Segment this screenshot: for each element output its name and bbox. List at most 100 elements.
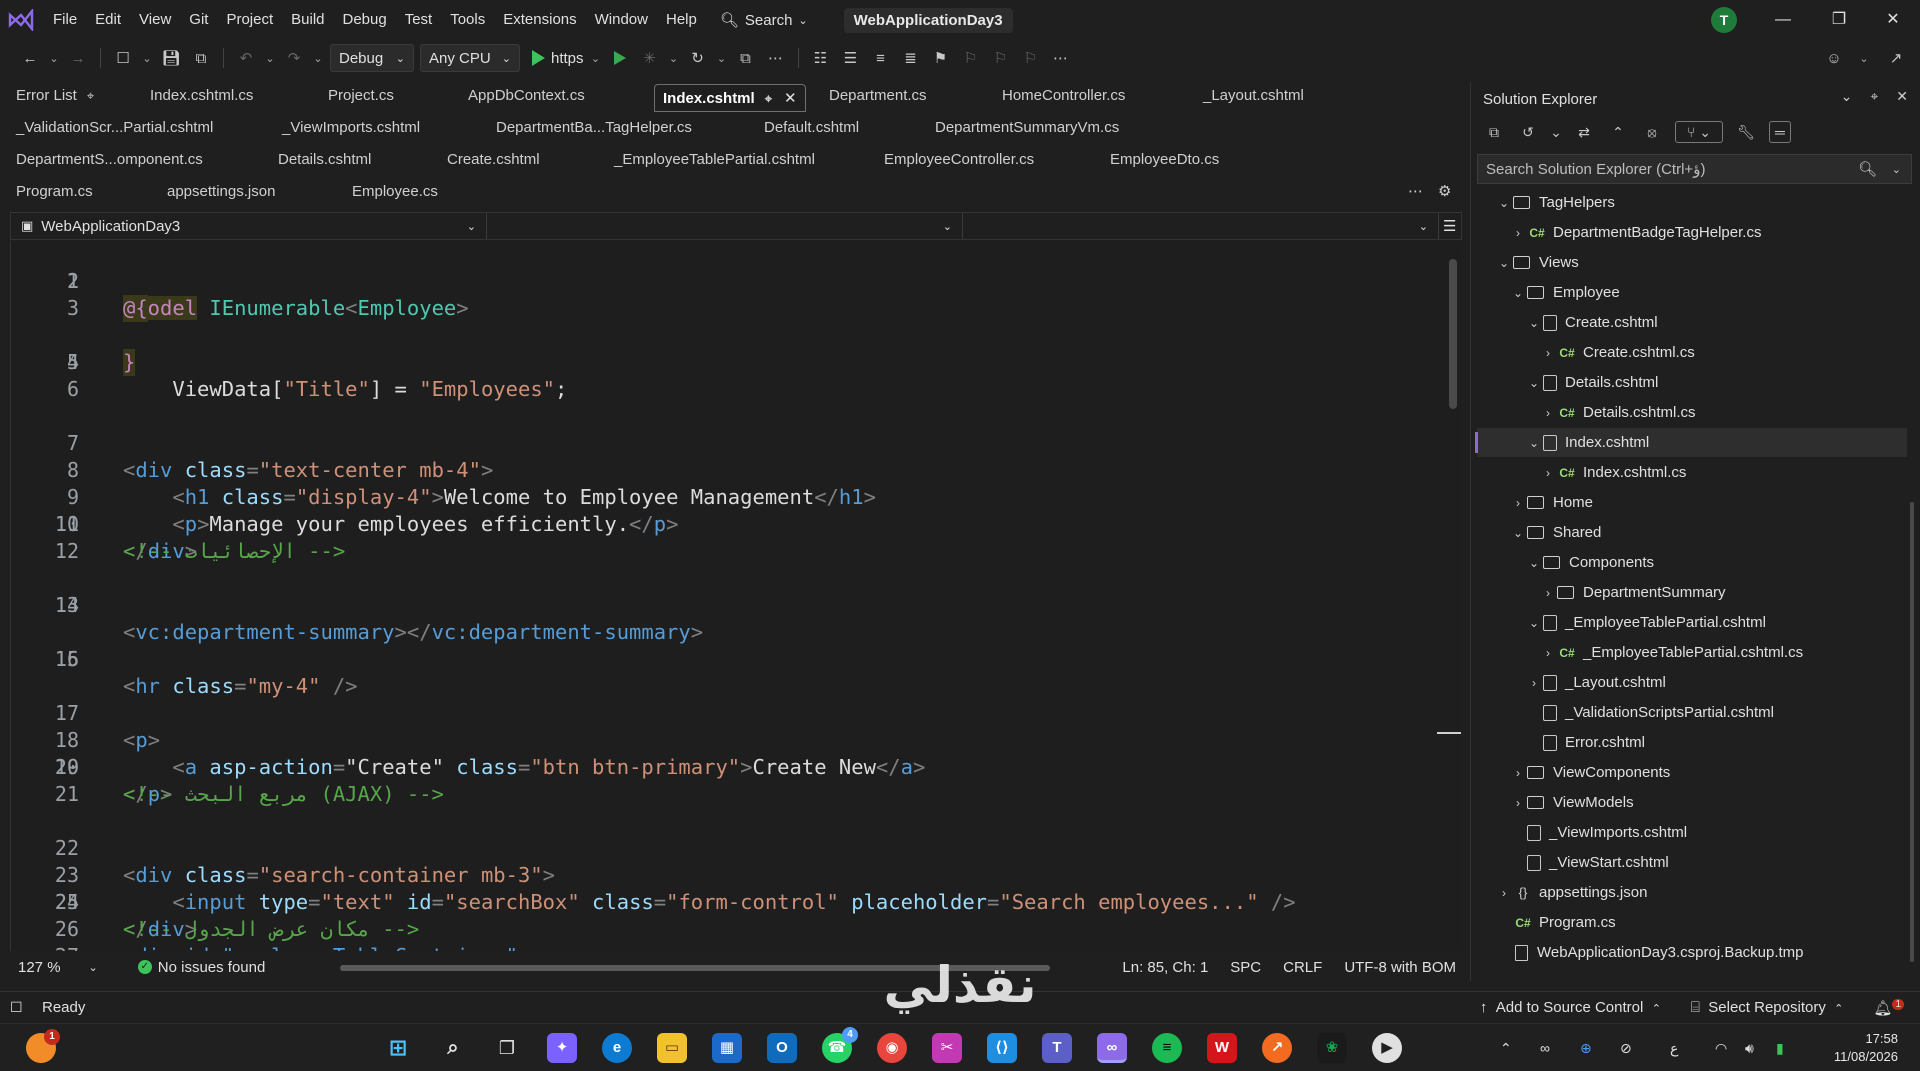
refresh-icon[interactable]: ↻ — [686, 46, 710, 70]
chrome-icon[interactable]: ◉ — [877, 1033, 907, 1063]
feedback-icon[interactable]: ↗ — [1884, 46, 1908, 70]
chevron-down-icon[interactable]: ⌄ — [1525, 436, 1543, 450]
tab-overflow-icon[interactable]: ⋯ — [1408, 178, 1423, 206]
line-ending[interactable]: CRLF — [1283, 959, 1322, 976]
tab-employee-cs[interactable]: Employee.cs — [352, 178, 438, 206]
chevron-right-icon[interactable]: › — [1539, 466, 1557, 480]
chevron-down-icon[interactable]: ⌄ — [1495, 256, 1513, 270]
pin-icon[interactable]: ⌖ — [1870, 88, 1878, 105]
copilot-app-icon[interactable]: ✦ — [547, 1033, 577, 1063]
tab-employeecontroller-cs[interactable]: EmployeeController.cs — [884, 146, 1034, 174]
editor-vertical-scrollbar[interactable] — [1448, 241, 1458, 951]
start-debugging-button[interactable]: https — [532, 50, 584, 67]
menu-help[interactable]: Help — [657, 0, 706, 40]
project-dropdown[interactable]: ▣ WebApplicationDay3 ⌄ — [11, 213, 487, 239]
notifications-icon[interactable]: 🔔︎ 1 — [1873, 998, 1904, 1017]
wifi-icon[interactable]: ◠ — [1715, 1040, 1727, 1057]
add-to-source-control-button[interactable]: ↑ Add to Source Control ⌃ — [1480, 999, 1661, 1016]
tree-item[interactable]: ⌄ Employee — [1477, 278, 1907, 307]
chevron-down-icon[interactable]: ⌄ — [668, 52, 680, 65]
close-icon[interactable]: ✕ — [784, 90, 797, 107]
chevron-right-icon[interactable]: › — [1539, 646, 1557, 660]
split-editor-icon[interactable]: ☰ — [1439, 213, 1461, 239]
tree-item[interactable]: _ValidationScriptsPartial.cshtml — [1477, 698, 1907, 727]
chevron-down-icon[interactable]: ⌄ — [141, 52, 153, 65]
chevron-right-icon[interactable]: › — [1509, 796, 1527, 810]
tab-default-cshtml[interactable]: Default.cshtml — [764, 114, 859, 142]
chevron-down-icon[interactable]: ⌄ — [1525, 616, 1543, 630]
tree-item[interactable]: _ViewImports.cshtml — [1477, 818, 1907, 847]
tree-item[interactable]: › C# _EmployeeTablePartial.cshtml.cs — [1477, 638, 1907, 667]
tree-item[interactable]: _ViewStart.cshtml — [1477, 848, 1907, 877]
accessibility-icon[interactable]: ⊘ — [1620, 1040, 1632, 1057]
configuration-select[interactable]: Debug ⌄ — [330, 44, 414, 72]
menu-edit[interactable]: Edit — [86, 0, 130, 40]
issues-indicator[interactable]: ✓ No issues found — [137, 959, 265, 976]
chevron-right-icon[interactable]: › — [1509, 496, 1527, 510]
volume-icon[interactable]: 🔊︎ — [1745, 1040, 1754, 1057]
output-icon[interactable]: ☐ — [10, 999, 23, 1016]
properties-icon[interactable]: 🔧︎ — [1735, 121, 1757, 143]
tab-project-cs[interactable]: Project.cs — [328, 82, 394, 110]
chevron-down-icon[interactable]: ⌄ — [1550, 121, 1562, 143]
tree-item-selected[interactable]: ⌄ Index.cshtml — [1475, 428, 1907, 457]
gear-icon[interactable]: ⚙ — [1438, 178, 1451, 206]
navigate-back-icon[interactable]: ← — [18, 46, 42, 70]
menu-tools[interactable]: Tools — [441, 0, 494, 40]
menu-window[interactable]: Window — [586, 0, 657, 40]
tab-viewimports-cshtml[interactable]: _ViewImports.cshtml — [282, 114, 420, 142]
chevron-down-icon[interactable]: ⌄ — [48, 52, 60, 65]
chevron-down-icon[interactable]: ⌄ — [1525, 556, 1543, 570]
snipping-tool-icon[interactable]: ✂ — [932, 1033, 962, 1063]
close-window-icon[interactable]: ✕ — [1866, 0, 1920, 40]
mongodb-icon[interactable]: ❀ — [1317, 1033, 1347, 1063]
edge-icon[interactable]: e — [602, 1033, 632, 1063]
tree-item[interactable]: Error.cshtml — [1477, 728, 1907, 757]
chevron-down-icon[interactable]: ⌄ — [1858, 52, 1870, 65]
clock[interactable]: 17:58 11/08/2026 — [1834, 1030, 1898, 1066]
menu-debug[interactable]: Debug — [334, 0, 396, 40]
close-icon[interactable]: ✕ — [1896, 88, 1908, 105]
tree-item[interactable]: ⌄ Shared — [1477, 518, 1907, 547]
chevron-right-icon[interactable]: › — [1525, 676, 1543, 690]
wps-office-icon[interactable]: W — [1207, 1033, 1237, 1063]
tree-item[interactable]: C# Program.cs — [1477, 908, 1907, 937]
scrollbar-thumb[interactable] — [1449, 259, 1457, 409]
sync-icon[interactable]: ⇄ — [1573, 121, 1595, 143]
chevron-right-icon[interactable]: › — [1509, 766, 1527, 780]
uncomment-icon[interactable]: ☰ — [839, 46, 863, 70]
tab-employeedto-cs[interactable]: EmployeeDto.cs — [1110, 146, 1219, 174]
chevron-down-icon[interactable]: ⌄ — [1509, 286, 1527, 300]
tab-validationscripts-partial[interactable]: _ValidationScr...Partial.cshtml — [16, 114, 213, 142]
chevron-right-icon[interactable]: › — [1539, 406, 1557, 420]
tab-index-cshtml-cs[interactable]: Index.cshtml.cs — [150, 82, 253, 110]
menu-project[interactable]: Project — [217, 0, 282, 40]
new-item-icon[interactable]: ☐ — [111, 46, 135, 70]
bookmark-icon[interactable]: ⚑ — [929, 46, 953, 70]
tree-item[interactable]: ⌄ Create.cshtml — [1477, 308, 1907, 337]
whatsapp-icon[interactable]: ☎ 4 — [822, 1027, 858, 1063]
tree-item[interactable]: › Home — [1477, 488, 1907, 517]
postman-icon[interactable]: ↗ — [1262, 1033, 1292, 1063]
undo-icon[interactable]: ↶ — [234, 46, 258, 70]
chevron-right-icon[interactable]: › — [1495, 886, 1513, 900]
tab-departmentsummaryvm-cs[interactable]: DepartmentSummaryVm.cs — [935, 114, 1119, 142]
menu-extensions[interactable]: Extensions — [494, 0, 585, 40]
solution-explorer-scrollbar[interactable] — [1910, 502, 1914, 962]
menu-view[interactable]: View — [130, 0, 180, 40]
collapse-all-icon[interactable]: ⌃ — [1607, 121, 1629, 143]
outlook-icon[interactable]: O — [767, 1033, 797, 1063]
chevron-down-icon[interactable]: ⌄ — [1509, 526, 1527, 540]
chevron-down-icon[interactable]: ⌄ — [264, 52, 276, 65]
tab-departmentbadge-taghelper[interactable]: DepartmentBa...TagHelper.cs — [496, 114, 692, 142]
tree-item[interactable]: ⌄ Components — [1477, 548, 1907, 577]
pin-icon[interactable]: ⌖ — [765, 91, 772, 106]
chevron-down-icon[interactable]: ⌄ — [1841, 88, 1853, 105]
menu-file[interactable]: File — [44, 0, 86, 40]
copilot-icon[interactable]: ☺ — [1822, 46, 1846, 70]
previous-bookmark-icon[interactable]: ⚐ — [959, 46, 983, 70]
tab-program-cs[interactable]: Program.cs — [16, 178, 93, 206]
chevron-down-icon[interactable]: ⌄ — [1495, 196, 1513, 210]
minimize-icon[interactable]: — — [1756, 0, 1810, 40]
tab-departmentsummary-component[interactable]: DepartmentS...omponent.cs — [16, 146, 203, 174]
